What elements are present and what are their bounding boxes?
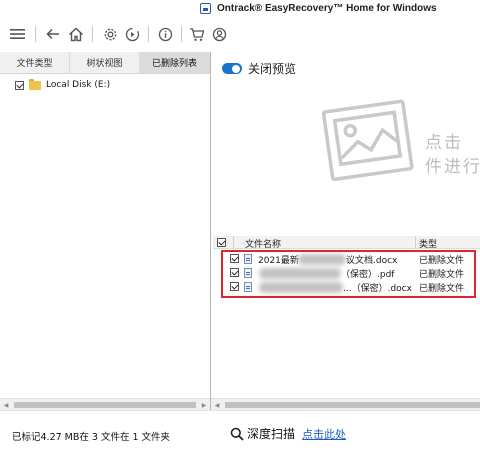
info-icon[interactable] <box>157 26 173 42</box>
toggle-switch[interactable] <box>222 63 242 74</box>
status-bar: 已标记4.27 MB在 3 文件在 1 文件夹 深度扫描 点击此处 <box>0 410 480 455</box>
account-icon[interactable] <box>211 26 227 42</box>
preview-toggle-label: 关闭预览 <box>248 62 297 76</box>
column-separator <box>415 236 416 249</box>
view-tabs: 文件类型 树状视图 已删除列表 <box>0 52 210 74</box>
menu-icon[interactable] <box>9 26 25 42</box>
toolbar-divider <box>181 26 182 42</box>
toolbar-divider <box>92 26 93 42</box>
settings-icon[interactable] <box>102 26 118 42</box>
scrollbar-thumb[interactable] <box>225 402 480 408</box>
play-history-icon[interactable] <box>124 26 140 42</box>
column-header-name[interactable]: 文件名称 <box>245 237 281 250</box>
image-placeholder-icon <box>321 99 414 182</box>
deep-scan-link[interactable]: 点击此处 <box>302 426 346 442</box>
tree-pane: Local Disk (E:) <box>0 74 210 398</box>
table-scrollbar[interactable]: ◀ <box>211 398 480 410</box>
selection-highlight-box <box>221 250 476 298</box>
preview-hint-line-2: 件进行 <box>425 157 480 177</box>
title-bar: Ontrack® EasyRecovery™ Home for Windows <box>0 0 480 18</box>
column-header-type[interactable]: 类型 <box>419 237 437 250</box>
magnifier-icon <box>230 427 244 441</box>
pane-divider[interactable] <box>210 52 211 410</box>
toolbar <box>0 20 480 48</box>
back-icon[interactable] <box>45 26 61 42</box>
tab-deleted-list[interactable]: 已删除列表 <box>140 52 210 73</box>
preview-hint-line-1: 点击 <box>425 133 463 153</box>
tree-item-local-disk[interactable]: Local Disk (E:) <box>15 78 110 92</box>
tree-item-checkbox[interactable] <box>15 80 24 90</box>
app-title: Ontrack® EasyRecovery™ Home for Windows <box>217 3 437 14</box>
tab-tree-view[interactable]: 树状视图 <box>70 52 140 73</box>
home-icon[interactable] <box>68 26 84 42</box>
cart-icon[interactable] <box>189 26 205 42</box>
column-separator <box>233 236 234 249</box>
tree-item-label: Local Disk (E:) <box>46 80 111 90</box>
folder-icon <box>29 78 41 90</box>
app-logo-icon <box>200 3 211 14</box>
deep-scan-label: 深度扫描 <box>247 427 296 441</box>
deep-scan[interactable]: 深度扫描 点击此处 <box>230 425 346 442</box>
tab-file-type[interactable]: 文件类型 <box>0 52 70 73</box>
preview-toggle[interactable]: 关闭预览 <box>222 60 296 77</box>
tree-pane-scrollbar[interactable]: ◀ ▶ <box>0 398 210 410</box>
status-text: 已标记4.27 MB在 3 文件在 1 文件夹 <box>12 432 171 443</box>
toolbar-divider <box>148 26 149 42</box>
table-header: 文件名称 类型 <box>213 236 480 250</box>
select-all-checkbox[interactable] <box>217 238 226 247</box>
toolbar-divider <box>35 26 36 42</box>
preview-placeholder <box>320 94 420 192</box>
scrollbar-thumb[interactable] <box>14 402 196 408</box>
